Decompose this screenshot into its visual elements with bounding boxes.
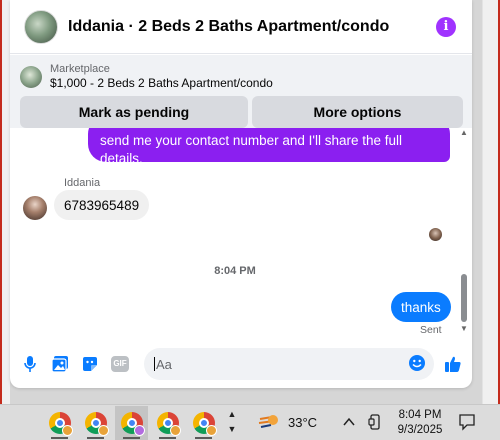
outgoing-message-bubble[interactable]: send me your contact number and I'll sha… [88,128,450,166]
outgoing-message-text: send me your contact number and I'll sha… [100,133,402,166]
taskbar-chrome-5[interactable] [187,406,220,440]
delivery-status: Sent [420,324,442,336]
info-icon[interactable]: i [436,17,456,37]
window-edge-right [482,0,500,404]
message-scrollbar[interactable]: ▲ ▼ [459,128,470,338]
marketplace-label: Marketplace [50,63,110,75]
phone-link-icon[interactable] [368,414,382,435]
taskbar-overflow-chevron-icon[interactable]: ▲ ▼ [226,407,238,437]
running-indicator [123,437,140,439]
profile-badge-icon [98,425,109,436]
listing-row[interactable]: Marketplace $1,000 - 2 Beds 2 Baths Apar… [20,63,273,91]
taskbar-chrome-1[interactable] [43,406,76,440]
gif-label: GIF [111,356,129,372]
thumbs-up-icon[interactable] [443,354,463,374]
taskbar-chrome-2[interactable] [79,406,112,440]
running-indicator [51,437,68,439]
listing-text: Marketplace $1,000 - 2 Beds 2 Baths Apar… [50,63,273,91]
taskbar-chrome-3[interactable] [115,406,148,440]
seen-indicator-avatar [429,228,442,241]
chat-header: Iddania · 2 Beds 2 Baths Apartment/condo… [10,0,472,54]
message-timestamp: 8:04 PM [214,265,256,277]
window-margin-left [2,0,10,404]
system-clock[interactable]: 8:04 PM 9/3/2025 [390,408,450,438]
profile-badge-icon [134,425,145,436]
sender-name: Iddania [64,177,101,189]
outgoing-message-bubble[interactable]: thanks [391,292,451,322]
notification-center-icon[interactable] [458,413,476,436]
incoming-message-bubble[interactable]: 6783965489 [54,190,150,220]
sticker-icon[interactable] [80,354,100,374]
listing-title: $1,000 - 2 Beds 2 Baths Apartment/condo [50,76,273,90]
clock-time: 8:04 PM [398,409,442,421]
contact-avatar[interactable] [24,9,58,44]
show-hidden-icons-chevron-icon[interactable] [343,414,355,430]
running-indicator [87,437,104,439]
marketplace-panel: Marketplace $1,000 - 2 Beds 2 Baths Apar… [10,55,472,128]
running-indicator [195,437,212,439]
weather-icon [258,415,278,428]
photo-icon[interactable] [50,354,70,374]
text-caret [154,357,155,371]
profile-badge-icon [170,425,181,436]
scroll-thumb[interactable] [461,274,467,322]
chat-window: Iddania · 2 Beds 2 Baths Apartment/condo… [10,0,472,388]
profile-badge-icon [62,425,73,436]
weather-widget[interactable]: 33°C [258,413,317,431]
listing-thumbnail [20,66,42,88]
microphone-icon[interactable] [20,354,40,374]
message-list: send me your contact number and I'll sha… [10,128,472,336]
message-composer: GIF Aa [10,346,472,382]
scroll-up-arrow-icon[interactable]: ▲ [460,128,468,137]
windows-taskbar: ▲ ▼ 33°C 8:04 PM 9/3/2025 [0,404,500,440]
message-input[interactable]: Aa [144,348,434,380]
mark-as-pending-button[interactable]: Mark as pending [20,96,248,128]
outgoing-message-text: thanks [401,299,441,315]
incoming-message-text: 6783965489 [64,197,140,213]
more-options-button[interactable]: More options [252,96,463,128]
message-input-placeholder: Aa [156,356,172,372]
scroll-down-arrow-icon[interactable]: ▼ [460,324,468,333]
clock-date: 9/3/2025 [397,424,443,436]
profile-badge-icon [206,425,217,436]
emoji-icon[interactable] [408,354,426,375]
running-indicator [159,437,176,439]
sender-avatar[interactable] [23,196,47,220]
temperature: 33°C [288,414,318,430]
gif-icon[interactable]: GIF [110,354,130,374]
taskbar-chrome-4[interactable] [151,406,184,440]
chat-title[interactable]: Iddania · 2 Beds 2 Baths Apartment/condo [68,18,389,36]
